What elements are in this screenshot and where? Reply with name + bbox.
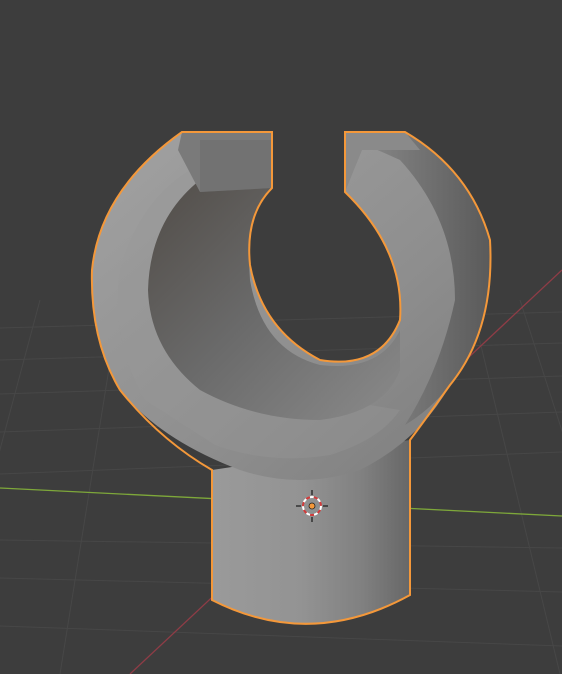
origin-dot-icon xyxy=(308,502,316,510)
3d-viewport[interactable] xyxy=(0,0,562,674)
viewport-canvas[interactable] xyxy=(0,0,562,674)
